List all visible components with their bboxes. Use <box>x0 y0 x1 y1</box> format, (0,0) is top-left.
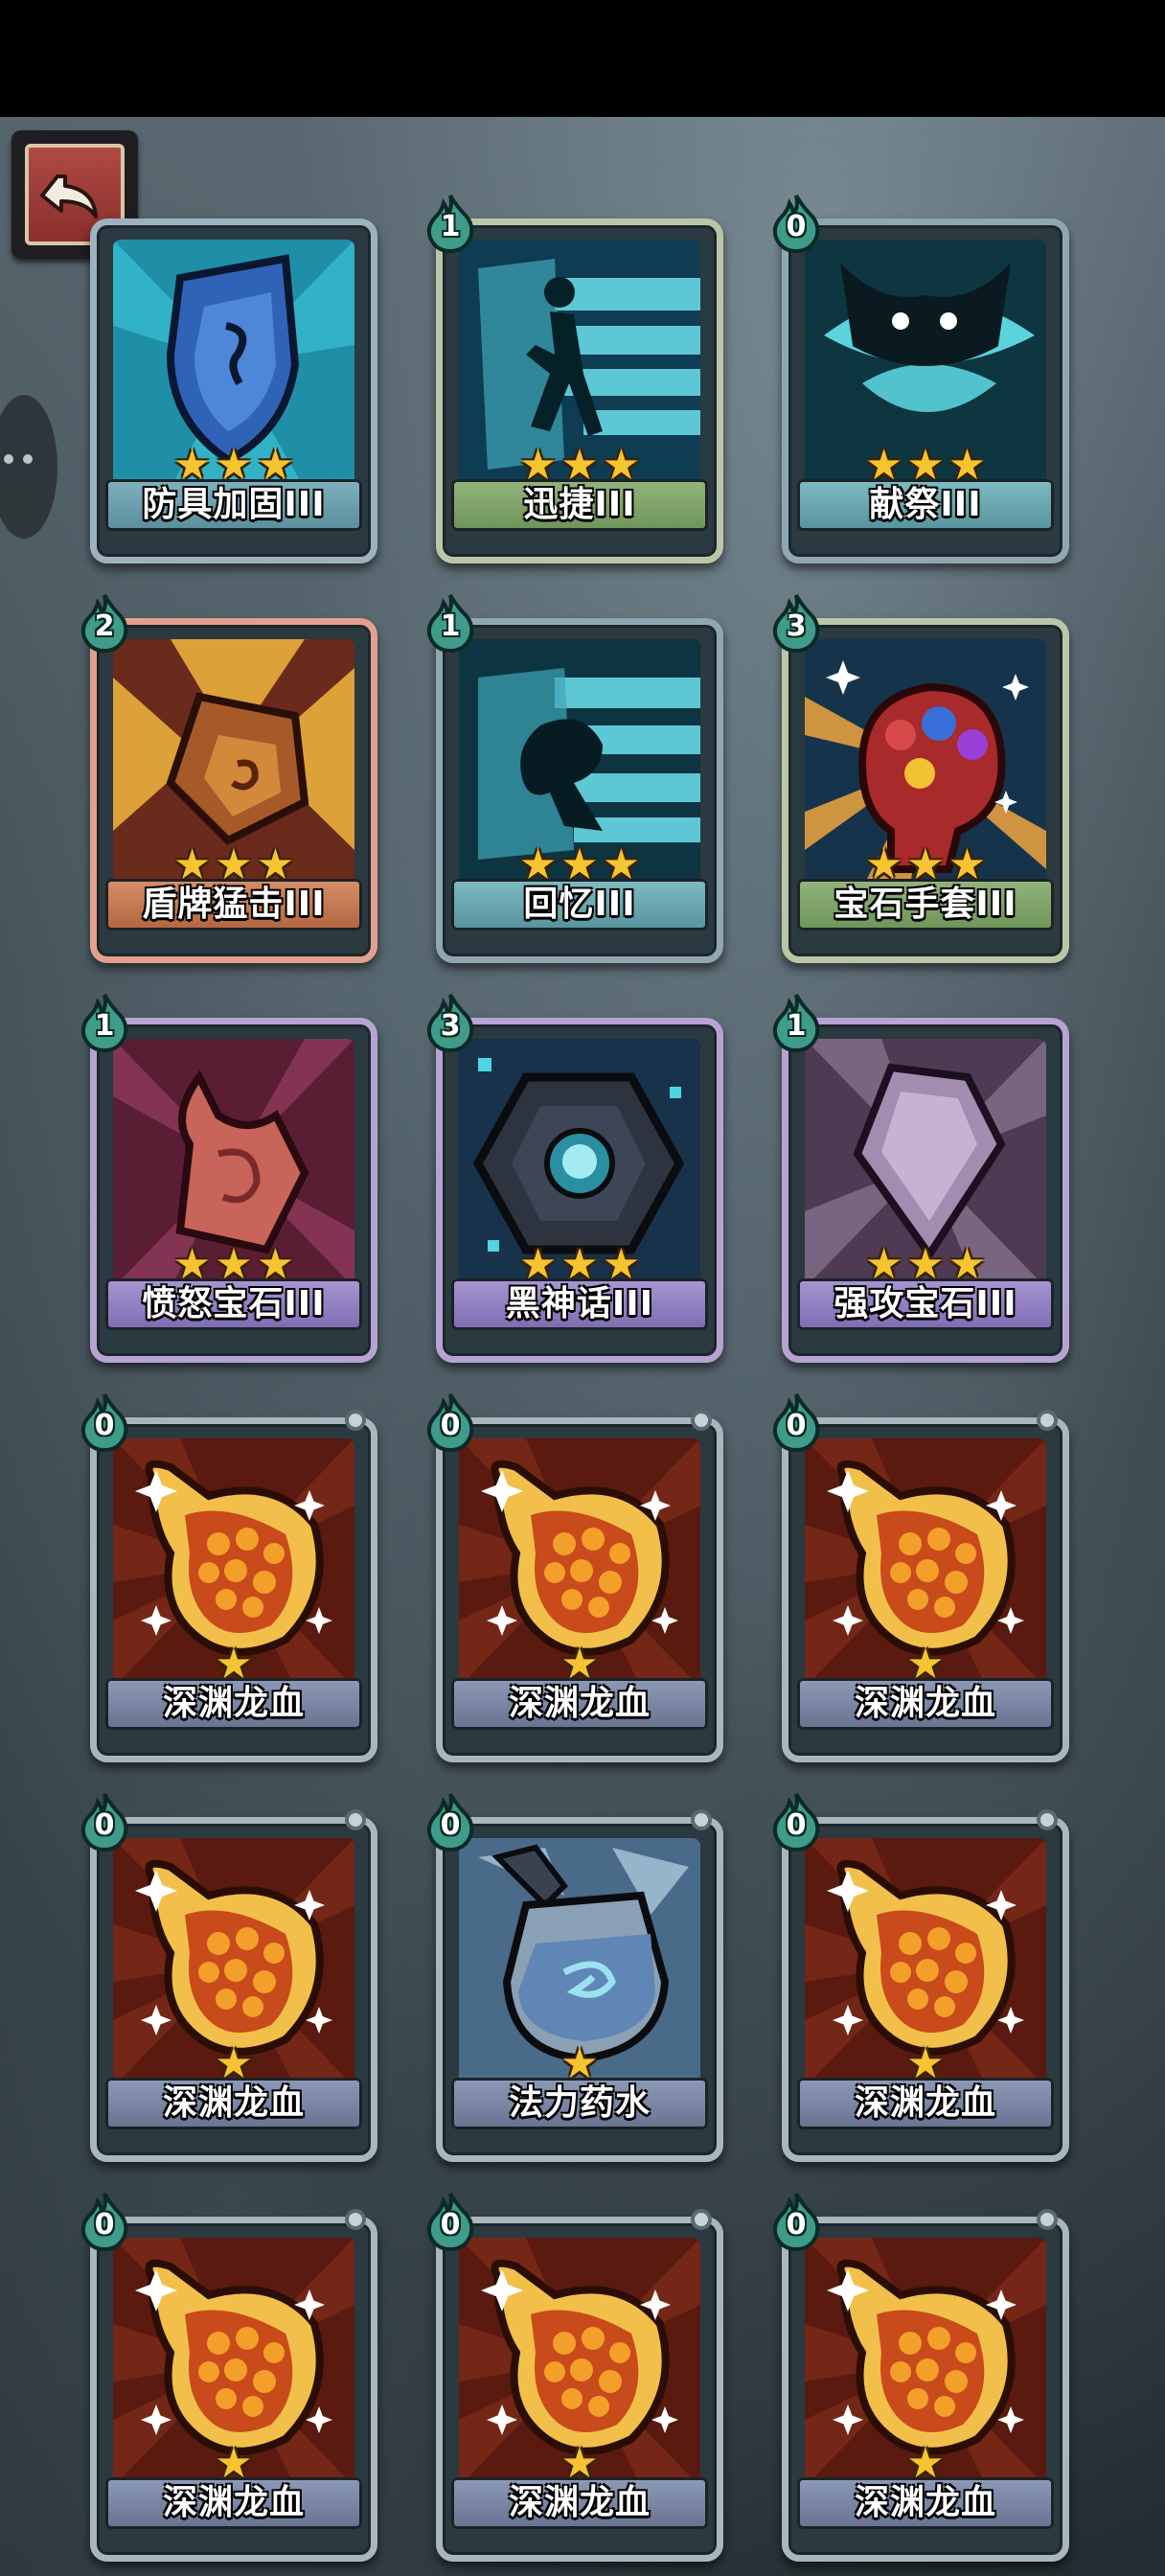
status-bar-area <box>0 0 1165 117</box>
card-name: 法力药水 <box>451 2078 708 2129</box>
mana-cost-value: 0 <box>440 1808 461 1842</box>
card-name: 深渊龙血 <box>451 1678 708 1730</box>
mana-cost-value: 0 <box>786 2208 807 2242</box>
mana-cost-badge: 2 <box>79 593 130 653</box>
mana-cost-badge: 0 <box>424 2192 476 2251</box>
skill-card[interactable]: ★★★ 盾牌猛击III 2 <box>80 593 377 963</box>
skill-card[interactable]: ★ 深渊龙血 0 <box>80 1392 377 1762</box>
bolt-icon <box>1037 1809 1058 1830</box>
mana-cost-badge: 0 <box>770 194 822 253</box>
mana-cost-badge: 1 <box>770 993 822 1052</box>
mana-cost-badge: 0 <box>79 2192 130 2251</box>
skill-card[interactable]: ★★★ 黑神话III 3 <box>426 993 723 1363</box>
mana-cost-badge: 1 <box>79 993 130 1052</box>
mana-cost-value: 1 <box>786 1009 807 1043</box>
bolt-icon <box>1037 1410 1058 1431</box>
card-name: 防具加固III <box>105 479 362 531</box>
card-name: 深渊龙血 <box>105 2477 362 2529</box>
mana-cost-value: 0 <box>440 2208 461 2242</box>
card-name: 深渊龙血 <box>797 2078 1054 2129</box>
mana-cost-value: 3 <box>440 1009 461 1043</box>
skill-card[interactable]: ★ 深渊龙血 0 <box>772 2192 1069 2562</box>
card-name: 深渊龙血 <box>797 1678 1054 1730</box>
card-name: 深渊龙血 <box>105 1678 362 1730</box>
mana-cost-badge: 0 <box>770 1792 822 1852</box>
mana-cost-badge: 0 <box>770 1392 822 1452</box>
skill-card[interactable]: ★★★ 迅捷III 1 <box>426 194 723 564</box>
bolt-icon <box>345 2209 366 2230</box>
mana-cost-value: 1 <box>440 610 461 643</box>
mana-cost-badge: 1 <box>424 194 476 253</box>
mana-cost-value: 0 <box>94 1409 115 1442</box>
card-name: 强攻宝石III <box>797 1278 1054 1330</box>
card-name: 深渊龙血 <box>105 2078 362 2129</box>
skill-card[interactable]: ★ 深渊龙血 0 <box>426 2192 723 2562</box>
skill-card[interactable]: ★★★ 强攻宝石III 1 <box>772 993 1069 1363</box>
card-name: 深渊龙血 <box>451 2477 708 2529</box>
card-name: 深渊龙血 <box>797 2477 1054 2529</box>
mana-cost-value: 0 <box>786 1808 807 1842</box>
card-name: 愤怒宝石III <box>105 1278 362 1330</box>
mana-cost-value: 0 <box>786 1409 807 1442</box>
mana-cost-value: 0 <box>94 1808 115 1842</box>
mana-cost-value: 1 <box>440 210 461 243</box>
skill-card[interactable]: ★ 深渊龙血 0 <box>772 1392 1069 1762</box>
mana-cost-value: 0 <box>94 2208 115 2242</box>
card-name: 献祭III <box>797 479 1054 531</box>
bolt-icon <box>345 1809 366 1830</box>
mana-cost-badge: 0 <box>79 1792 130 1852</box>
mana-cost-value: 2 <box>94 610 115 643</box>
card-name: 盾牌猛击III <box>105 879 362 931</box>
skill-card[interactable]: ★ 深渊龙血 0 <box>772 1792 1069 2162</box>
mana-cost-badge: 0 <box>424 1792 476 1852</box>
mana-cost-badge: 0 <box>424 1392 476 1452</box>
skill-card[interactable]: ★ 深渊龙血 0 <box>80 1792 377 2162</box>
card-name: 宝石手套III <box>797 879 1054 931</box>
card-name: 回忆III <box>451 879 708 931</box>
mana-cost-badge: 0 <box>770 2192 822 2251</box>
bolt-icon <box>1037 2209 1058 2230</box>
mana-cost-badge: 3 <box>770 593 822 653</box>
mana-cost-value: 0 <box>440 1409 461 1442</box>
skill-card[interactable]: ★★★ 回忆III 1 <box>426 593 723 963</box>
mana-cost-badge: 1 <box>424 593 476 653</box>
mana-cost-badge: 0 <box>79 1392 130 1452</box>
bolt-icon <box>691 1809 712 1830</box>
skill-card[interactable]: ★★★ 献祭III 0 <box>772 194 1069 564</box>
skill-card[interactable]: ★ 深渊龙血 0 <box>426 1392 723 1762</box>
skill-card[interactable]: ★★★ 宝石手套III 3 <box>772 593 1069 963</box>
mana-cost-badge: 3 <box>424 993 476 1052</box>
skill-card[interactable]: ★★★ 愤怒宝石III 1 <box>80 993 377 1363</box>
ghost-silhouette <box>0 395 57 539</box>
card-name: 迅捷III <box>451 479 708 531</box>
skill-card[interactable]: ★ 法力药水 0 <box>426 1792 723 2162</box>
bolt-icon <box>691 2209 712 2230</box>
skill-card[interactable]: ★★★ 防具加固III <box>90 218 377 564</box>
card-name: 黑神话III <box>451 1278 708 1330</box>
skill-card[interactable]: ★ 深渊龙血 0 <box>80 2192 377 2562</box>
mana-cost-value: 3 <box>786 610 807 643</box>
bolt-icon <box>691 1410 712 1431</box>
mana-cost-value: 1 <box>94 1009 115 1043</box>
bolt-icon <box>345 1410 366 1431</box>
mana-cost-value: 0 <box>786 210 807 243</box>
